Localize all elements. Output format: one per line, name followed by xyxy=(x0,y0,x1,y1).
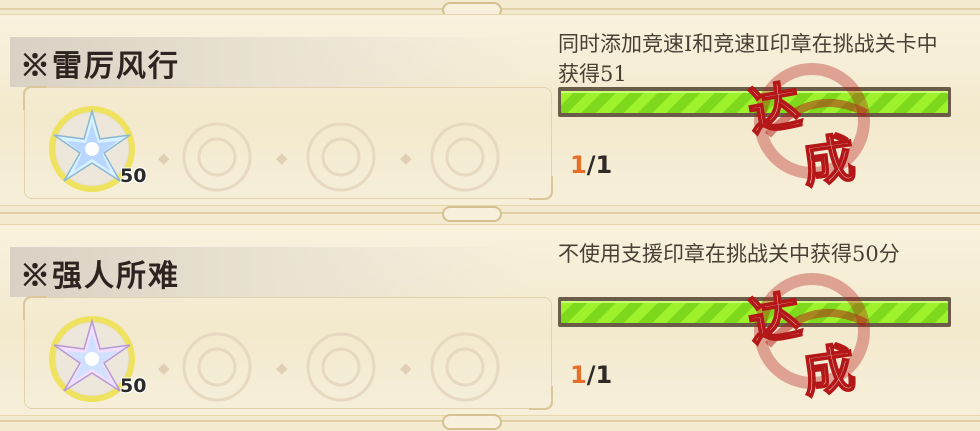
stamp-char: 成 xyxy=(798,337,860,407)
empty-slot-icon[interactable] xyxy=(428,120,502,194)
empty-slot-icon[interactable] xyxy=(428,330,502,404)
empty-slot-icon[interactable] xyxy=(304,120,378,194)
stamp-char: 成 xyxy=(798,127,860,197)
progress-count: 1/1 xyxy=(570,361,612,389)
progress-total: /1 xyxy=(586,151,613,179)
achievement-card[interactable]: ※雷厉风行 50 ◆ ◆ ◆ 同时添加竞速Ⅰ和竞速Ⅱ印章在挑战关卡中获得51 1… xyxy=(0,14,980,206)
empty-slot-icon[interactable] xyxy=(180,330,254,404)
diamond-icon: ◆ xyxy=(400,149,412,167)
empty-slot-icon[interactable] xyxy=(304,330,378,404)
diamond-icon: ◆ xyxy=(400,359,412,377)
bottom-ornament xyxy=(442,414,502,430)
progress-current: 1 xyxy=(570,361,587,389)
achievement-list: ※雷厉风行 50 ◆ ◆ ◆ 同时添加竞速Ⅰ和竞速Ⅱ印章在挑战关卡中获得51 1… xyxy=(0,0,980,431)
progress-total: /1 xyxy=(586,361,613,389)
middle-ornament xyxy=(442,206,502,222)
diamond-icon: ◆ xyxy=(276,359,288,377)
diamond-icon: ◆ xyxy=(158,149,170,167)
achievement-title: ※雷厉风行 xyxy=(20,49,180,84)
empty-slot-icon[interactable] xyxy=(180,120,254,194)
reward-count: 50 xyxy=(120,375,147,397)
diamond-icon: ◆ xyxy=(276,149,288,167)
progress-current: 1 xyxy=(570,151,587,179)
diamond-icon: ◆ xyxy=(158,359,170,377)
reward-count: 50 xyxy=(120,165,147,187)
achievement-title: ※强人所难 xyxy=(20,259,180,294)
achievement-card[interactable]: ※强人所难 50 ◆ ◆ ◆ 不使用支援印章在挑战关中获得50分 1/1 达 成 xyxy=(0,224,980,416)
progress-count: 1/1 xyxy=(570,151,612,179)
